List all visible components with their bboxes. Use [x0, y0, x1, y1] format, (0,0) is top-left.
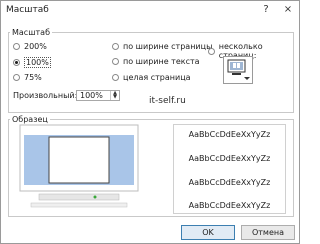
cancel-button[interactable]: Отмена: [241, 225, 295, 240]
radio-100-circle: [13, 59, 20, 66]
sample-text-box: AaBbCcDdEeXxYyZz AaBbCcDdEeXxYyZz AaBbCc…: [173, 124, 286, 214]
custom-zoom-spinner[interactable]: 100% ▲ ▼: [76, 90, 120, 101]
radio-whole-page-label: целая страница: [123, 73, 191, 82]
sample-line: AaBbCcDdEeXxYyZz: [188, 201, 271, 210]
custom-zoom-value: 100%: [80, 91, 103, 100]
monitor-pages-icon: [227, 59, 250, 80]
preview-monitor-icon: [19, 124, 139, 208]
pages-picker-button[interactable]: [223, 56, 253, 84]
zoom-group-label: Масштаб: [10, 28, 53, 37]
radio-page-width-label: по ширине страницы: [123, 42, 213, 51]
radio-75-circle: [13, 74, 20, 81]
sample-line: AaBbCcDdEeXxYyZz: [188, 178, 271, 187]
radio-whole-page[interactable]: целая страница: [112, 73, 191, 82]
radio-page-width[interactable]: по ширине страницы: [112, 42, 212, 51]
sample-line: AaBbCcDdEeXxYyZz: [188, 130, 271, 139]
help-button[interactable]: ?: [257, 2, 275, 18]
radio-whole-page-circle: [112, 74, 119, 81]
title-bar: Масштаб ? ×: [1, 1, 299, 20]
preview-group-label: Образец: [10, 115, 50, 124]
radio-100[interactable]: 100%: [13, 57, 51, 68]
radio-200-circle: [13, 43, 20, 50]
zoom-dialog: Масштаб ? × Масштаб 200% 100% 75% по шир…: [0, 0, 300, 244]
radio-75-label: 75%: [24, 73, 42, 82]
radio-100-label: 100%: [24, 57, 51, 68]
custom-zoom-label: Произвольный:: [13, 91, 78, 100]
spinner-arrows-icon[interactable]: ▲ ▼: [110, 91, 119, 100]
radio-75[interactable]: 75%: [13, 73, 42, 82]
watermark-text: it-self.ru: [149, 96, 186, 106]
close-button[interactable]: ×: [279, 2, 297, 18]
dialog-title: Масштаб: [6, 5, 49, 15]
sample-line: AaBbCcDdEeXxYyZz: [188, 154, 271, 163]
ok-button[interactable]: OK: [181, 225, 235, 240]
radio-page-width-circle: [112, 43, 119, 50]
radio-text-width[interactable]: по ширине текста: [112, 57, 200, 66]
radio-200[interactable]: 200%: [13, 42, 47, 51]
radio-text-width-circle: [112, 58, 119, 65]
radio-200-label: 200%: [24, 42, 47, 51]
radio-many-pages-circle: [208, 47, 215, 55]
radio-many-pages[interactable]: несколько страниц:: [208, 42, 299, 60]
radio-text-width-label: по ширине текста: [123, 57, 200, 66]
